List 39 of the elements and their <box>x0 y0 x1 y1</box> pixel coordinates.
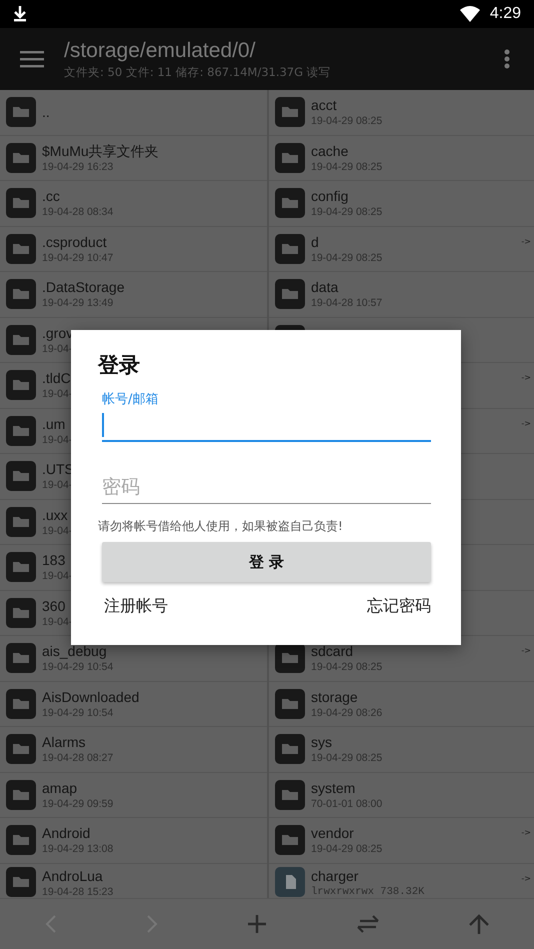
file-name: config <box>311 187 350 206</box>
link-arrow: -> <box>521 874 531 882</box>
file-name: system <box>311 778 356 797</box>
file-name: .uxx <box>42 506 69 524</box>
file-name: data <box>311 278 340 296</box>
file-name: AndroLua <box>42 866 104 884</box>
file-name: ais_debug <box>42 642 108 660</box>
link-arrow: -> <box>521 646 531 655</box>
file-name: Alarms <box>42 733 87 752</box>
link-arrow: -> <box>521 418 531 428</box>
file-name: .cc <box>42 187 61 206</box>
notice-text: 请勿将帐号借给他人使用，如果被盗自己负责! <box>98 518 344 534</box>
file-name: storage <box>311 688 359 706</box>
file-name: 183 <box>42 551 66 570</box>
storage-info: 文件夹: 50 文件: 11 储存: 867.14M/31.37G 读写 <box>64 64 332 80</box>
file-name: Android <box>42 824 92 842</box>
link-arrow: -> <box>521 373 531 382</box>
file-name: amap <box>42 778 78 797</box>
file-name: .DataStorage <box>42 278 124 296</box>
account-label: 帐号/邮箱 <box>102 392 160 408</box>
file-name: .. <box>42 103 50 122</box>
file-name: d <box>311 232 320 251</box>
clock: 4:29 <box>490 5 521 23</box>
file-name: AisDownloaded <box>42 688 140 706</box>
file-name: .tldC <box>42 369 72 388</box>
file-name: .um <box>42 414 66 433</box>
link-arrow: -> <box>521 236 531 246</box>
link-arrow: -> <box>521 828 531 837</box>
file-name: acct <box>311 96 338 114</box>
dialog-title: 登录 <box>98 352 141 379</box>
file-name: 360 <box>42 596 66 615</box>
file-name: .csproduct <box>42 232 108 251</box>
file-name: cache <box>311 142 350 160</box>
file-name: $MuMu共享文件夹 <box>42 142 159 160</box>
file-name: vendor <box>311 824 355 842</box>
file-name: sys <box>311 733 333 752</box>
folder-path: /storage/emulated/0/ <box>64 38 256 64</box>
file-name: sdcard <box>311 642 354 660</box>
file-name: charger <box>311 866 360 884</box>
